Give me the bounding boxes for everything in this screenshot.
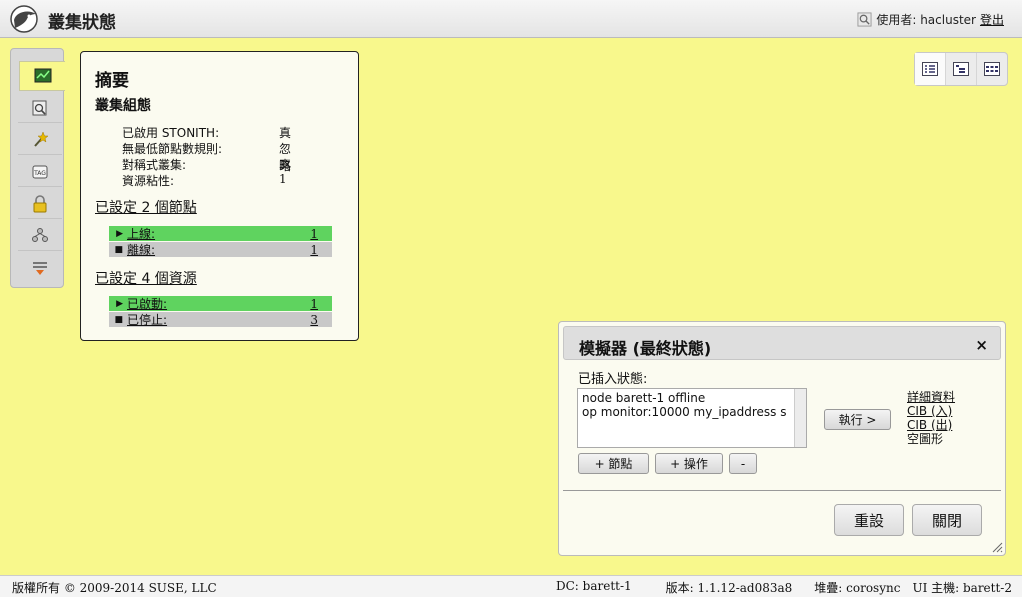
resources-started-row[interactable]: ▶ 已啟動: 1: [109, 296, 332, 311]
resources-stopped-row[interactable]: ■ 已停止: 3: [109, 312, 332, 327]
square-bullet-icon: ■: [114, 314, 123, 325]
sidebar-item-wizard[interactable]: [18, 125, 62, 155]
injected-state-list[interactable]: node barett-1 offline op monitor:10000 m…: [577, 388, 807, 448]
resize-grip-icon[interactable]: [991, 541, 1003, 553]
remove-button[interactable]: -: [729, 453, 757, 474]
add-operation-button[interactable]: + 操作: [655, 453, 723, 474]
resources-started-count[interactable]: 1: [310, 297, 318, 311]
resources-stopped-label[interactable]: 已停止:: [127, 311, 167, 328]
nodes-online-label[interactable]: 上線:: [127, 225, 155, 242]
user-search-icon: [857, 12, 872, 27]
cluster-config-heading: 叢集組態: [95, 98, 151, 114]
list-scrollbar[interactable]: [794, 389, 806, 447]
logout-link[interactable]: 登出: [980, 11, 1004, 28]
dc-text: DC: barett-1: [556, 579, 632, 593]
injected-state-item[interactable]: node barett-1 offline: [582, 391, 802, 405]
nodes-offline-count[interactable]: 1: [310, 243, 318, 257]
dialog-divider: [563, 490, 1001, 491]
nodes-heading-link[interactable]: 已設定 2 個節點: [95, 197, 197, 217]
history-search-icon: [32, 100, 47, 115]
injected-state-item[interactable]: op monitor:10000 my_ipaddress s: [582, 405, 802, 419]
resources-heading-link[interactable]: 已設定 4 個資源: [95, 268, 197, 288]
simulator-links: 詳細資料 CIB (入) CIB (出) 空圖形: [907, 390, 955, 446]
simulator-dialog: 模擬器 (最終狀態) × 已插入狀態: node barett-1 offlin…: [558, 321, 1006, 556]
tree-view-button[interactable]: [946, 53, 977, 85]
details-link[interactable]: 詳細資料: [907, 390, 955, 404]
nodes-online-count[interactable]: 1: [310, 227, 318, 241]
expand-icon: ▶: [116, 228, 123, 239]
config-label: 對稱式叢集:: [122, 158, 187, 172]
expand-icon: ▶: [116, 298, 123, 309]
hawk-logo-icon: [10, 5, 38, 33]
tags-icon: TAG: [32, 165, 48, 178]
config-label: 資源粘性:: [122, 174, 175, 188]
sidebar-item-dashboard[interactable]: [19, 61, 65, 91]
footer-status: DC: barett-1 版本: 1.1.12-ad083a8 堆疊: coro…: [556, 579, 1012, 596]
config-value: 真: [279, 158, 292, 172]
table-view-button[interactable]: [977, 53, 1007, 85]
config-label: 已啟用 STONITH:: [122, 126, 220, 140]
stack-text: 堆疊: corosync: [814, 581, 901, 595]
copyright-text: 版權所有 © 2009-2014 SUSE, LLC: [12, 581, 217, 595]
reset-button[interactable]: 重設: [834, 504, 904, 536]
svg-text:TAG: TAG: [33, 170, 46, 177]
user-label: 使用者: hacluster: [876, 13, 976, 27]
nodes-offline-row[interactable]: ■ 離線: 1: [109, 242, 332, 257]
user-area: 使用者: hacluster 登出: [857, 11, 1004, 28]
wand-icon: [34, 130, 49, 147]
sidebar: TAG: [10, 48, 65, 288]
dependencies-icon: [33, 262, 47, 275]
run-button[interactable]: 執行 >: [824, 409, 891, 430]
sidebar-item-tickets[interactable]: [18, 189, 62, 219]
top-header: 叢集狀態 使用者: hacluster 登出: [0, 0, 1022, 38]
access-control-icon: [32, 227, 48, 242]
graph-text: 空圖形: [907, 432, 944, 446]
cib-in-link[interactable]: CIB (入): [907, 404, 955, 418]
sidebar-item-history[interactable]: [18, 93, 62, 123]
nodes-online-row[interactable]: ▶ 上線: 1: [109, 226, 332, 241]
sidebar-item-dependencies[interactable]: [18, 253, 62, 283]
config-value: 真: [279, 126, 292, 140]
resources-stopped-count[interactable]: 3: [310, 313, 318, 327]
dialog-titlebar[interactable]: 模擬器 (最終狀態) ×: [563, 326, 1001, 360]
nodes-offline-label[interactable]: 離線:: [127, 241, 155, 258]
resources-started-label[interactable]: 已啟動:: [127, 295, 167, 312]
sidebar-item-access-control[interactable]: [18, 221, 62, 251]
page-title: 叢集狀態: [48, 13, 116, 33]
tree-view-icon: [953, 62, 969, 76]
close-button[interactable]: 關閉: [912, 504, 982, 536]
footer: 版權所有 © 2009-2014 SUSE, LLC DC: barett-1 …: [0, 575, 1022, 597]
close-icon[interactable]: ×: [975, 336, 988, 354]
summary-panel: 摘要 叢集組態 已啟用 STONITH: 真 無最低節點數規則: 忽略 對稱式叢…: [80, 51, 359, 341]
injected-state-label: 已插入狀態:: [578, 372, 648, 387]
summary-view-button[interactable]: [915, 53, 946, 85]
table-view-icon: [984, 62, 1000, 76]
view-toggle: [914, 52, 1008, 86]
summary-view-icon: [922, 62, 938, 76]
summary-title: 摘要: [95, 71, 129, 91]
lock-icon: [33, 194, 47, 212]
sidebar-item-tags[interactable]: TAG: [18, 157, 62, 187]
square-bullet-icon: ■: [114, 244, 123, 255]
add-node-button[interactable]: + 節點: [578, 453, 649, 474]
config-label: 無最低節點數規則:: [122, 142, 223, 156]
dialog-title: 模擬器 (最終狀態): [579, 339, 712, 358]
version-text: 版本: 1.1.12-ad083a8: [665, 581, 793, 595]
cib-out-link[interactable]: CIB (出): [907, 418, 955, 432]
ui-host-text: UI 主機: barett-2: [912, 581, 1012, 595]
config-value: 1: [279, 172, 287, 186]
dashboard-icon: [34, 68, 51, 83]
